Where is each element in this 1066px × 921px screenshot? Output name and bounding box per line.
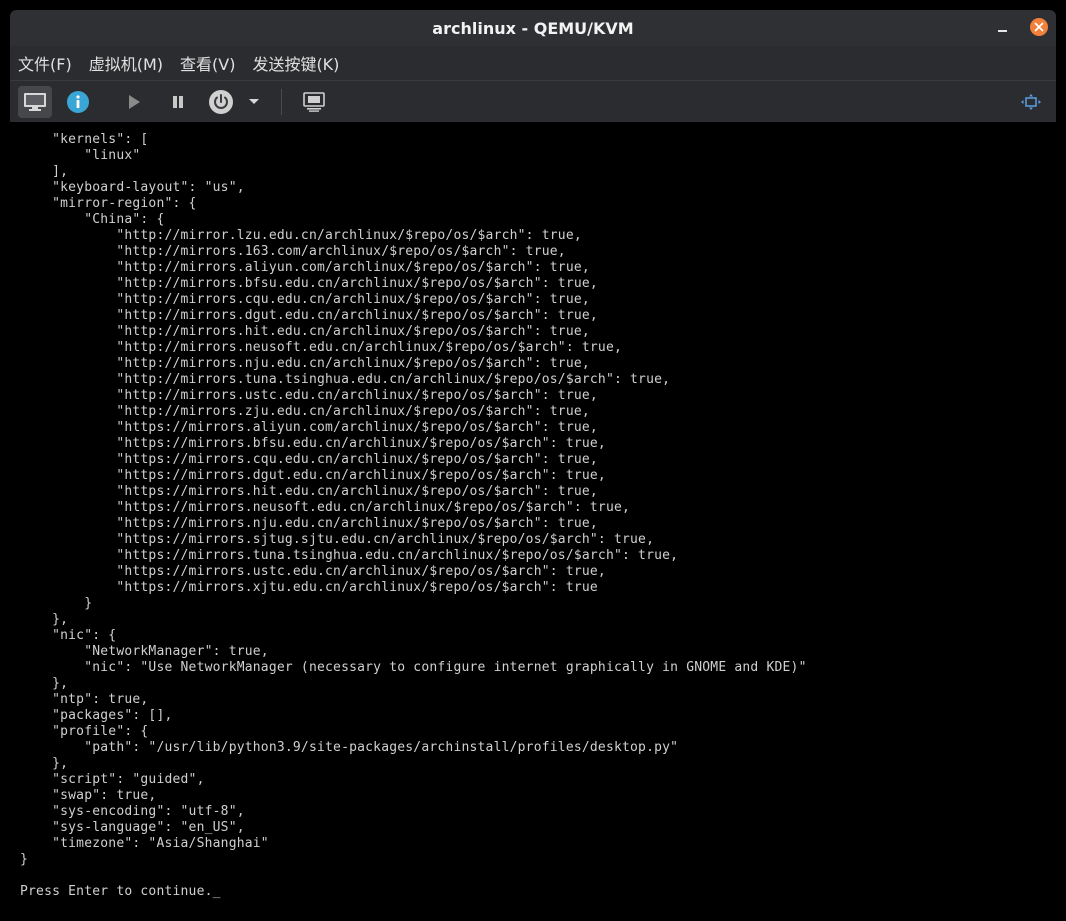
menu-view[interactable]: 查看(V) xyxy=(172,51,243,75)
minimize-icon xyxy=(997,30,1007,32)
console-line: "sys-encoding": "utf-8", xyxy=(20,804,245,819)
console-line: "ntp": true, xyxy=(20,692,149,707)
text-cursor: _ xyxy=(212,884,221,899)
console-line: "http://mirrors.nju.edu.cn/archlinux/$re… xyxy=(20,356,590,371)
console-line: "https://mirrors.cqu.edu.cn/archlinux/$r… xyxy=(20,452,598,467)
window-title: archlinux - QEMU/KVM xyxy=(432,18,634,38)
console-line: "China": { xyxy=(20,212,165,227)
minimize-button[interactable] xyxy=(992,18,1012,38)
vm-console-display[interactable]: "kernels": [ "linux" ], "keyboard-layout… xyxy=(10,122,1056,921)
toolbar xyxy=(10,80,1056,123)
play-icon xyxy=(129,95,140,109)
show-details-button[interactable] xyxy=(61,86,95,118)
console-line: "https://mirrors.tuna.tsinghua.edu.cn/ar… xyxy=(20,548,679,563)
snapshot-icon xyxy=(303,92,325,112)
console-line: "https://mirrors.nju.edu.cn/archlinux/$r… xyxy=(20,516,598,531)
console-line: "script": "guided", xyxy=(20,772,205,787)
console-line: }, xyxy=(20,612,69,627)
console-line: "keyboard-layout": "us", xyxy=(20,180,245,195)
close-icon xyxy=(1034,22,1044,32)
console-line: }, xyxy=(20,756,69,771)
console-line: "http://mirrors.cqu.edu.cn/archlinux/$re… xyxy=(20,292,590,307)
title-bar[interactable]: archlinux - QEMU/KVM xyxy=(10,10,1056,46)
vm-window: archlinux - QEMU/KVM 文件(F) 虚拟机(M) 查看(V) … xyxy=(10,10,1056,921)
console-line: } xyxy=(20,852,29,867)
console-line: "https://mirrors.dgut.edu.cn/archlinux/$… xyxy=(20,468,606,483)
monitor-icon xyxy=(24,93,46,111)
console-line: "https://mirrors.aliyun.com/archlinux/$r… xyxy=(20,420,598,435)
console-line: "mirror-region": { xyxy=(20,196,197,211)
console-line: "https://mirrors.xjtu.edu.cn/archlinux/$… xyxy=(20,580,598,595)
console-line: "http://mirrors.hit.edu.cn/archlinux/$re… xyxy=(20,324,590,339)
console-line: "http://mirror.lzu.edu.cn/archlinux/$rep… xyxy=(20,228,582,243)
run-button[interactable] xyxy=(117,86,151,118)
pause-icon xyxy=(173,96,183,108)
console-line: } xyxy=(20,596,93,611)
toolbar-separator xyxy=(281,89,282,115)
pause-button[interactable] xyxy=(161,86,195,118)
chevron-down-icon xyxy=(249,99,259,104)
console-line: }, xyxy=(20,676,69,691)
shutdown-menu-button[interactable] xyxy=(243,86,265,118)
console-line: "https://mirrors.bfsu.edu.cn/archlinux/$… xyxy=(20,436,606,451)
console-line: "http://mirrors.neusoft.edu.cn/archlinux… xyxy=(20,340,622,355)
console-line: "nic": "Use NetworkManager (necessary to… xyxy=(20,660,807,675)
menu-file[interactable]: 文件(F) xyxy=(10,51,80,75)
console-line: "kernels": [ xyxy=(20,132,149,147)
console-line: "linux" xyxy=(20,148,141,163)
console-line: "packages": [], xyxy=(20,708,173,723)
console-line: "https://mirrors.neusoft.edu.cn/archlinu… xyxy=(20,500,631,515)
close-button[interactable] xyxy=(1030,18,1048,36)
snapshots-button[interactable] xyxy=(297,86,331,118)
console-line: "https://mirrors.hit.edu.cn/archlinux/$r… xyxy=(20,484,598,499)
console-line: "sys-language": "en_US", xyxy=(20,820,245,835)
console-line: "profile": { xyxy=(20,724,149,739)
console-line: "https://mirrors.ustc.edu.cn/archlinux/$… xyxy=(20,564,606,579)
info-icon xyxy=(67,91,89,113)
console-line: "https://mirrors.sjtug.sjtu.edu.cn/archl… xyxy=(20,532,655,547)
power-icon xyxy=(209,90,233,114)
console-line: ], xyxy=(20,164,69,179)
console-line: "timezone": "Asia/Shanghai" xyxy=(20,836,269,851)
console-line: "nic": { xyxy=(20,628,117,643)
menu-send-key[interactable]: 发送按键(K) xyxy=(244,51,347,75)
console-line: "NetworkManager": true, xyxy=(20,644,269,659)
show-console-button[interactable] xyxy=(18,86,52,118)
menu-bar: 文件(F) 虚拟机(M) 查看(V) 发送按键(K) xyxy=(10,46,1056,80)
console-line: "path": "/usr/lib/python3.9/site-package… xyxy=(20,740,679,755)
console-line: "http://mirrors.ustc.edu.cn/archlinux/$r… xyxy=(20,388,598,403)
resize-button[interactable] xyxy=(1014,86,1048,118)
console-line: "http://mirrors.tuna.tsinghua.edu.cn/arc… xyxy=(20,372,671,387)
console-line: "http://mirrors.dgut.edu.cn/archlinux/$r… xyxy=(20,308,598,323)
console-output: "kernels": [ "linux" ], "keyboard-layout… xyxy=(20,132,807,900)
console-line: "http://mirrors.163.com/archlinux/$repo/… xyxy=(20,244,566,259)
console-line: "http://mirrors.bfsu.edu.cn/archlinux/$r… xyxy=(20,276,598,291)
console-line: "http://mirrors.zju.edu.cn/archlinux/$re… xyxy=(20,404,590,419)
console-line: "http://mirrors.aliyun.com/archlinux/$re… xyxy=(20,260,590,275)
console-line: Press Enter to continue. xyxy=(20,884,213,899)
console-line: "swap": true, xyxy=(20,788,157,803)
shutdown-button[interactable] xyxy=(204,86,238,118)
menu-virtual-machine[interactable]: 虚拟机(M) xyxy=(81,51,171,75)
fullscreen-icon xyxy=(1021,94,1041,110)
